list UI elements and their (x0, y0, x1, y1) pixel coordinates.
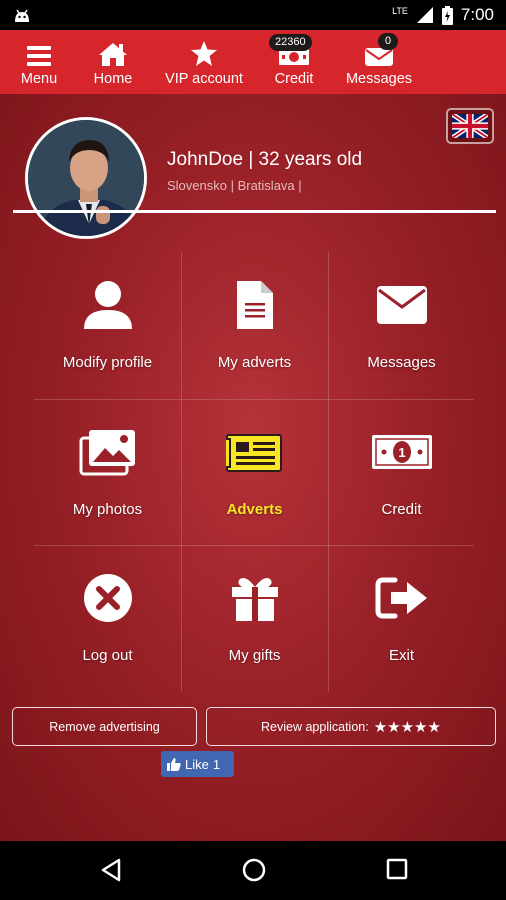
grid-messages[interactable]: Messages (328, 252, 475, 398)
facebook-like-label: Like (185, 756, 209, 772)
nav-home[interactable]: Home (78, 30, 148, 94)
nav-menu-label: Menu (20, 71, 58, 87)
grid-my-photos[interactable]: My photos (34, 399, 181, 545)
envelope-icon (365, 48, 393, 66)
hamburger-icon (27, 46, 51, 66)
facebook-like-button[interactable]: Like 1 (161, 751, 234, 777)
nav-home-label: Home (93, 71, 133, 87)
status-bar: LTE 7:00 (0, 0, 506, 30)
banknote-icon: 1 (371, 435, 432, 469)
profile-name: JohnDoe | 32 years old (167, 149, 363, 170)
remove-advertising-button[interactable]: Remove advertising (12, 707, 197, 746)
home-button-icon[interactable] (242, 858, 266, 882)
menu-grid: Modify profile My adverts Messages My ph… (34, 252, 474, 692)
nav-credit-label: Credit (274, 71, 314, 87)
grid-adverts[interactable]: Adverts (181, 399, 328, 545)
avatar[interactable] (25, 117, 147, 239)
profile-divider (13, 210, 496, 213)
profile-location: Slovensko | Bratislava | (167, 178, 302, 193)
language-flag-button[interactable] (446, 108, 494, 144)
back-icon[interactable] (100, 858, 122, 882)
nav-credit[interactable]: Credit 22360 (260, 30, 328, 94)
review-application-label: Review application: (261, 719, 369, 734)
recents-icon[interactable] (386, 858, 408, 880)
svg-text:1: 1 (398, 445, 405, 460)
remove-advertising-label: Remove advertising (49, 719, 160, 734)
main-panel: JohnDoe | 32 years old Slovensko | Brati… (0, 94, 506, 841)
grid-label: My photos (72, 501, 143, 518)
grid-label: My gifts (228, 647, 281, 664)
grid-label: Messages (367, 354, 436, 371)
nav-menu[interactable]: Menu (0, 30, 78, 94)
exit-icon (375, 577, 427, 619)
grid-log-out[interactable]: Log out (34, 545, 181, 691)
grid-exit[interactable]: Exit (328, 545, 475, 691)
top-nav: Menu Home VIP account Credit 22360 Messa… (0, 30, 506, 94)
grid-label: My adverts (217, 354, 292, 371)
user-icon (83, 281, 132, 329)
messages-badge: 0 (378, 33, 399, 50)
envelope-icon (376, 286, 427, 324)
facebook-like-count: 1 (212, 756, 221, 772)
android-icon (15, 9, 29, 22)
gift-icon (231, 578, 278, 621)
clock: 7:00 (460, 5, 494, 24)
document-icon (236, 281, 273, 329)
review-application-button[interactable]: Review application: ★★★★★ (206, 707, 496, 746)
nav-messages[interactable]: Messages 0 (328, 30, 430, 94)
profile-photo (28, 120, 144, 236)
rating-stars: ★★★★★ (373, 718, 441, 736)
credit-badge: 22360 (269, 34, 312, 51)
grid-my-adverts[interactable]: My adverts (181, 252, 328, 398)
thumbs-up-icon (167, 758, 181, 771)
grid-label: Adverts (226, 501, 283, 518)
grid-label: Credit (381, 501, 422, 518)
signal-icon (416, 7, 433, 23)
nav-vip-label: VIP account (165, 71, 243, 87)
photos-icon (79, 430, 135, 476)
grid-modify-profile[interactable]: Modify profile (34, 252, 181, 398)
grid-label: Modify profile (62, 354, 153, 371)
star-icon (191, 41, 217, 66)
uk-flag-icon (450, 112, 490, 140)
grid-label: Exit (388, 647, 414, 664)
grid-credit[interactable]: 1 Credit (328, 399, 475, 545)
nav-vip-account[interactable]: VIP account (148, 30, 260, 94)
system-nav-bar (0, 841, 506, 900)
grid-label: Log out (82, 647, 133, 664)
nav-messages-label: Messages (345, 71, 413, 87)
adverts-icon (225, 434, 282, 472)
battery-icon (441, 5, 453, 25)
grid-my-gifts[interactable]: My gifts (181, 545, 328, 691)
network-type: LTE (392, 6, 408, 16)
close-circle-icon (83, 574, 132, 622)
home-icon (99, 43, 127, 66)
